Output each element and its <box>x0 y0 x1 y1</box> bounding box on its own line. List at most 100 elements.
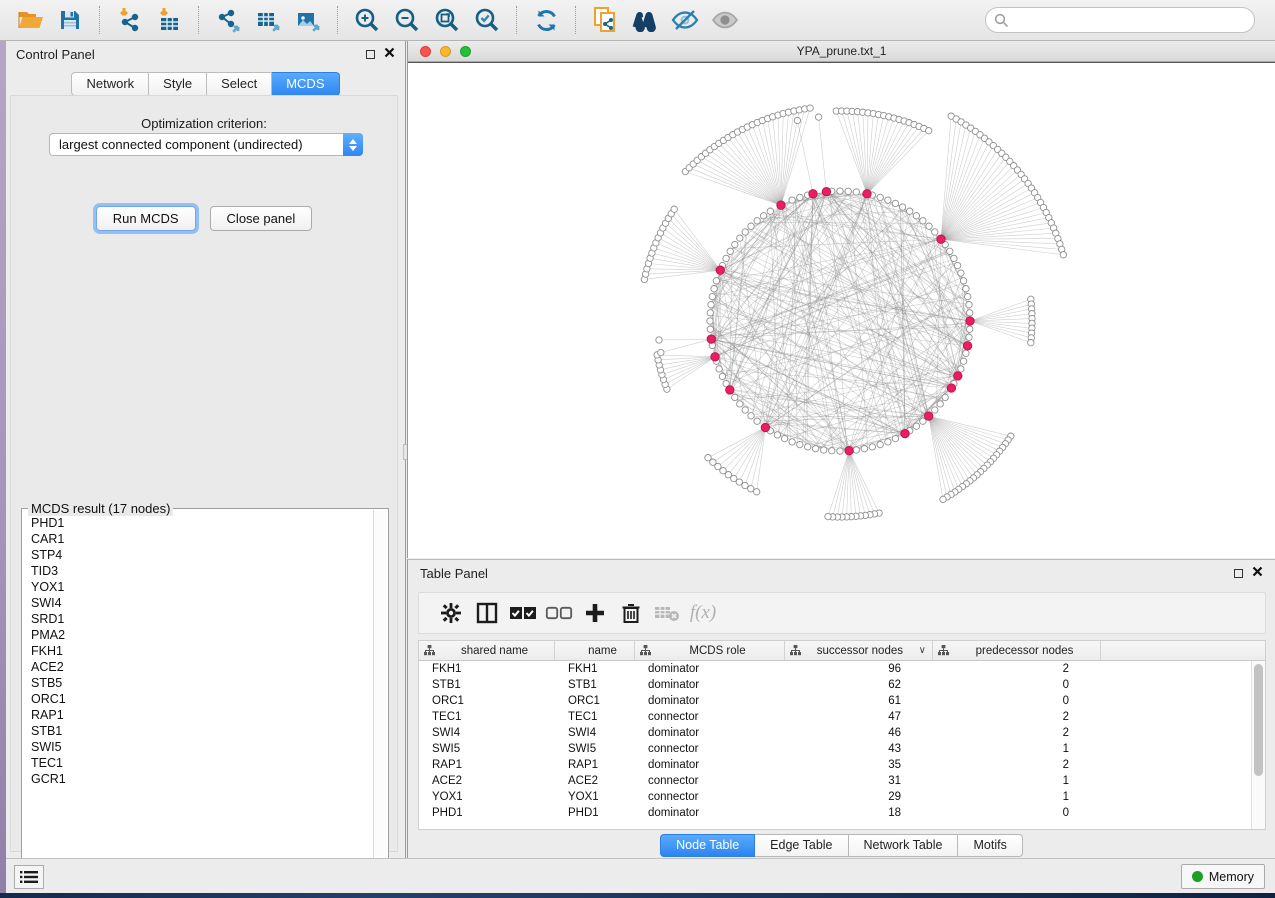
graph-leaf-node[interactable] <box>940 496 946 502</box>
table-cell[interactable]: SWI4 <box>555 727 635 739</box>
table-cell[interactable]: connector <box>635 711 785 723</box>
table-cell[interactable]: ORC1 <box>419 695 555 707</box>
task-history-button[interactable] <box>14 865 44 889</box>
graph-node[interactable] <box>932 407 938 413</box>
table-cell[interactable]: SWI5 <box>555 743 635 755</box>
graph-hub-node[interactable] <box>845 447 853 455</box>
table-cell[interactable]: 0 <box>933 807 1101 819</box>
delete-table-icon[interactable] <box>649 598 685 628</box>
table-cell[interactable]: dominator <box>635 759 785 771</box>
tab-motifs[interactable]: Motifs <box>958 834 1022 857</box>
table-cell[interactable]: STB1 <box>555 679 635 691</box>
graph-node[interactable] <box>926 223 932 229</box>
table-cell[interactable]: 2 <box>933 727 1101 739</box>
table-cell[interactable]: 31 <box>785 775 933 787</box>
table-row[interactable]: PHD1PHD1dominator180 <box>419 805 1251 821</box>
table-cell[interactable]: dominator <box>635 679 785 691</box>
graph-node[interactable] <box>967 326 973 332</box>
mcds-result-item[interactable]: RAP1 <box>23 707 373 723</box>
graph-node[interactable] <box>737 401 743 407</box>
graph-hub-node[interactable] <box>925 412 933 420</box>
table-cell[interactable]: connector <box>635 775 785 787</box>
table-cell[interactable]: 29 <box>785 791 933 803</box>
import-table-icon[interactable] <box>152 4 186 36</box>
graph-hub-node[interactable] <box>711 353 719 361</box>
graph-node[interactable] <box>899 204 905 210</box>
close-panel-icon[interactable] <box>384 45 395 63</box>
graph-node[interactable] <box>853 189 859 195</box>
network-titlebar[interactable]: YPA_prune.txt_1 <box>408 41 1275 62</box>
graph-node[interactable] <box>797 441 803 447</box>
graph-node[interactable] <box>837 448 843 454</box>
table-cell[interactable]: RAP1 <box>419 759 555 771</box>
graph-node[interactable] <box>708 302 714 308</box>
graph-hub-node[interactable] <box>761 423 769 431</box>
table-cell[interactable]: 47 <box>785 711 933 723</box>
graph-node[interactable] <box>707 310 713 316</box>
table-cell[interactable]: 96 <box>785 663 933 675</box>
graph-leaf-node[interactable] <box>1060 252 1066 258</box>
table-cell[interactable]: 2 <box>933 663 1101 675</box>
graph-leaf-node[interactable] <box>748 486 754 492</box>
graph-node[interactable] <box>707 326 713 332</box>
column-header-shared-name[interactable]: shared name <box>419 641 555 660</box>
graph-node[interactable] <box>913 423 919 429</box>
graph-leaf-node[interactable] <box>1028 340 1034 346</box>
tab-select[interactable]: Select <box>207 72 272 96</box>
table-cell[interactable]: dominator <box>635 807 785 819</box>
mcds-result-item[interactable]: STB5 <box>23 675 373 691</box>
graph-hub-node[interactable] <box>963 342 971 350</box>
graph-node[interactable] <box>913 213 919 219</box>
graph-leaf-node[interactable] <box>658 349 664 355</box>
table-scrollbar-thumb[interactable] <box>1254 664 1263 776</box>
table-cell[interactable]: 2 <box>933 711 1101 723</box>
table-cell[interactable]: 1 <box>933 791 1101 803</box>
graph-node[interactable] <box>723 255 729 261</box>
table-cell[interactable]: TEC1 <box>555 711 635 723</box>
graph-node[interactable] <box>960 278 966 284</box>
table-row[interactable]: ACE2ACE2connector311 <box>419 773 1251 789</box>
table-cell[interactable]: 0 <box>933 695 1101 707</box>
table-cell[interactable]: dominator <box>635 663 785 675</box>
table-row[interactable]: YOX1YOX1connector291 <box>419 789 1251 805</box>
zoom-fit-icon[interactable] <box>430 4 464 36</box>
graph-node[interactable] <box>853 447 859 453</box>
table-cell[interactable]: dominator <box>635 727 785 739</box>
graph-hub-node[interactable] <box>937 235 945 243</box>
graph-hub-node[interactable] <box>726 386 734 394</box>
mcds-result-item[interactable]: SWI4 <box>23 595 373 611</box>
table-cell[interactable]: PHD1 <box>555 807 635 819</box>
graph-node[interactable] <box>963 350 969 356</box>
table-cell[interactable]: 61 <box>785 695 933 707</box>
table-cell[interactable]: connector <box>635 743 785 755</box>
table-row[interactable]: TEC1TEC1connector472 <box>419 709 1251 725</box>
tab-node-table[interactable]: Node Table <box>660 834 755 857</box>
graph-node[interactable] <box>892 200 898 206</box>
export-image-icon[interactable] <box>291 4 325 36</box>
table-cell[interactable]: 62 <box>785 679 933 691</box>
graph-leaf-node[interactable] <box>825 513 831 519</box>
graph-leaf-node[interactable] <box>815 114 821 120</box>
tab-network-table[interactable]: Network Table <box>849 834 959 857</box>
graph-node[interactable] <box>812 446 818 452</box>
graph-node[interactable] <box>947 248 953 254</box>
graph-node[interactable] <box>907 208 913 214</box>
column-header-mcds-role[interactable]: MCDS role <box>635 641 785 660</box>
graph-leaf-node[interactable] <box>807 105 813 111</box>
graph-node[interactable] <box>767 208 773 214</box>
show-column-icon[interactable] <box>469 598 505 628</box>
graph-hub-node[interactable] <box>863 190 871 198</box>
graph-hub-node[interactable] <box>716 266 724 274</box>
mcds-result-item[interactable]: STP4 <box>23 547 373 563</box>
graph-hub-node[interactable] <box>947 384 955 392</box>
tab-style[interactable]: Style <box>149 72 207 96</box>
graph-leaf-node[interactable] <box>926 128 932 134</box>
graph-node[interactable] <box>821 447 827 453</box>
graph-node[interactable] <box>967 310 973 316</box>
delete-column-icon[interactable] <box>613 598 649 628</box>
table-cell[interactable]: 1 <box>933 775 1101 787</box>
graph-node[interactable] <box>754 418 760 424</box>
table-cell[interactable]: PHD1 <box>419 807 555 819</box>
graph-node[interactable] <box>966 334 972 340</box>
graph-node[interactable] <box>713 278 719 284</box>
